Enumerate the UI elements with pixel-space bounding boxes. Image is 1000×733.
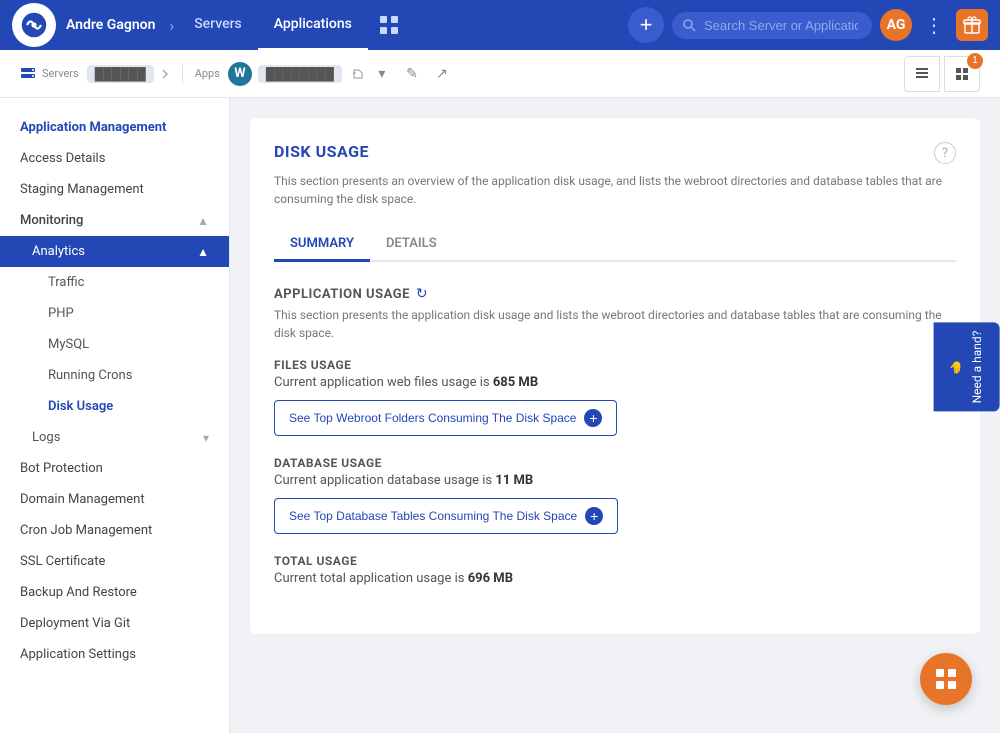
app-usage-desc: This section presents the application di… — [274, 306, 956, 342]
files-usage-label: FILES USAGE — [274, 358, 956, 372]
disk-usage-desc: This section presents an overview of the… — [274, 172, 956, 208]
app-usage-header: APPLICATION USAGE ↻ — [274, 286, 956, 302]
user-name[interactable]: Andre Gagnon — [66, 17, 155, 33]
need-a-hand-label[interactable]: ✋ Need a hand? — [934, 322, 1000, 411]
db-usage-label: DATABASE USAGE — [274, 456, 956, 470]
help-icon[interactable]: ? — [934, 142, 956, 164]
user-label: Andre Gagnon — [66, 17, 155, 33]
chevron-up-icon-analytics: ▲ — [197, 245, 209, 259]
disk-usage-header: DISK USAGE ? — [274, 142, 956, 164]
app-usage-section: APPLICATION USAGE ↻ This section present… — [274, 286, 956, 586]
tabs: SUMMARY DETAILS — [274, 228, 956, 262]
sidebar: Application Management Access Details St… — [0, 98, 230, 733]
app-usage-title: APPLICATION USAGE — [274, 287, 410, 302]
app-name[interactable]: ████████ — [258, 65, 342, 83]
sidebar-item-analytics[interactable]: Analytics ▲ — [0, 236, 229, 267]
sidebar-item-traffic[interactable]: Traffic — [0, 267, 229, 298]
sidebar-item-running-crons[interactable]: Running Crons — [0, 360, 229, 391]
apps-label: Apps — [195, 67, 220, 80]
servers-label: Servers — [42, 67, 79, 80]
sidebar-item-access-details[interactable]: Access Details — [0, 143, 229, 174]
sidebar-item-disk-usage[interactable]: Disk Usage — [0, 391, 229, 422]
total-usage-value: Current total application usage is 696 M… — [274, 571, 956, 586]
sidebar-item-php[interactable]: PHP — [0, 298, 229, 329]
chevron-up-icon: ▲ — [197, 214, 209, 228]
main-layout: Application Management Access Details St… — [0, 98, 1000, 733]
logo[interactable] — [12, 3, 56, 47]
sidebar-item-app-settings[interactable]: Application Settings — [0, 639, 229, 670]
topnav: Andre Gagnon › Servers Applications + AG… — [0, 0, 1000, 50]
breadcrumb-actions: ▾ ✎ ↗ — [352, 62, 454, 86]
avatar[interactable]: AG — [880, 9, 912, 41]
disk-usage-card: DISK USAGE ? This section presents an ov… — [250, 118, 980, 634]
file-count-badge: 1 — [967, 53, 983, 69]
breadcrumb-separator: › — [169, 16, 174, 35]
main-content: DISK USAGE ? This section presents an ov… — [230, 98, 1000, 733]
plus-circle-icon-db: + — [585, 507, 603, 525]
sidebar-item-logs[interactable]: Logs ▾ — [0, 422, 229, 453]
plus-circle-icon: + — [584, 409, 602, 427]
search-wrap — [672, 12, 872, 39]
db-usage-value: Current application database usage is 11… — [274, 473, 956, 488]
edit-icon[interactable]: ✎ — [400, 62, 424, 86]
more-options-button[interactable]: ⋮ — [920, 9, 948, 41]
total-usage-label: TOTAL USAGE — [274, 554, 956, 568]
wordpress-icon: W — [228, 62, 252, 86]
sidebar-item-bot-protection[interactable]: Bot Protection — [0, 453, 229, 484]
nav-servers[interactable]: Servers — [178, 0, 258, 50]
nav-grid[interactable] — [372, 8, 406, 42]
fab-button[interactable] — [920, 653, 972, 705]
add-button[interactable]: + — [628, 7, 664, 43]
sidebar-item-domain-management[interactable]: Domain Management — [0, 484, 229, 515]
sidebar-item-deployment[interactable]: Deployment Via Git — [0, 608, 229, 639]
breadcrumb-right: 1 — [904, 56, 980, 92]
sidebar-item-mysql[interactable]: MySQL — [0, 329, 229, 360]
server-name[interactable]: ██████ — [87, 65, 154, 83]
tab-summary[interactable]: SUMMARY — [274, 228, 370, 262]
sidebar-item-ssl[interactable]: SSL Certificate — [0, 546, 229, 577]
sidebar-item-monitoring[interactable]: Monitoring ▲ — [0, 205, 229, 236]
sidebar-item-cron-job[interactable]: Cron Job Management — [0, 515, 229, 546]
webroot-folders-button[interactable]: See Top Webroot Folders Consuming The Di… — [274, 400, 617, 436]
topnav-right: + AG ⋮ — [628, 7, 988, 43]
sidebar-section-title: Application Management — [0, 114, 229, 143]
breadcrumb-bar: Servers ██████ Apps W ████████ ▾ ✎ ↗ — [0, 50, 1000, 98]
external-link-icon[interactable]: ↗ — [430, 62, 454, 86]
files-view-button[interactable]: 1 — [944, 56, 980, 92]
chevron-down-icon[interactable]: ▾ — [370, 62, 394, 86]
disk-usage-title: DISK USAGE — [274, 142, 369, 161]
chevron-down-icon-logs: ▾ — [203, 431, 209, 445]
breadcrumb-apps: Apps W ████████ ▾ ✎ ↗ — [195, 62, 454, 86]
search-input[interactable] — [672, 12, 872, 39]
breadcrumb-servers: Servers ██████ — [20, 65, 183, 83]
nav-links: Servers Applications — [178, 0, 406, 50]
list-view-button[interactable] — [904, 56, 940, 92]
sidebar-item-staging-management[interactable]: Staging Management — [0, 174, 229, 205]
sidebar-item-backup[interactable]: Backup And Restore — [0, 577, 229, 608]
need-a-hand-panel[interactable]: ✋ Need a hand? — [934, 322, 1000, 411]
db-tables-button[interactable]: See Top Database Tables Consuming The Di… — [274, 498, 618, 534]
nav-applications[interactable]: Applications — [258, 0, 368, 50]
files-usage-value: Current application web files usage is 6… — [274, 375, 956, 390]
tab-details[interactable]: DETAILS — [370, 228, 453, 262]
gift-icon[interactable] — [956, 9, 988, 41]
refresh-icon[interactable]: ↻ — [416, 286, 428, 302]
